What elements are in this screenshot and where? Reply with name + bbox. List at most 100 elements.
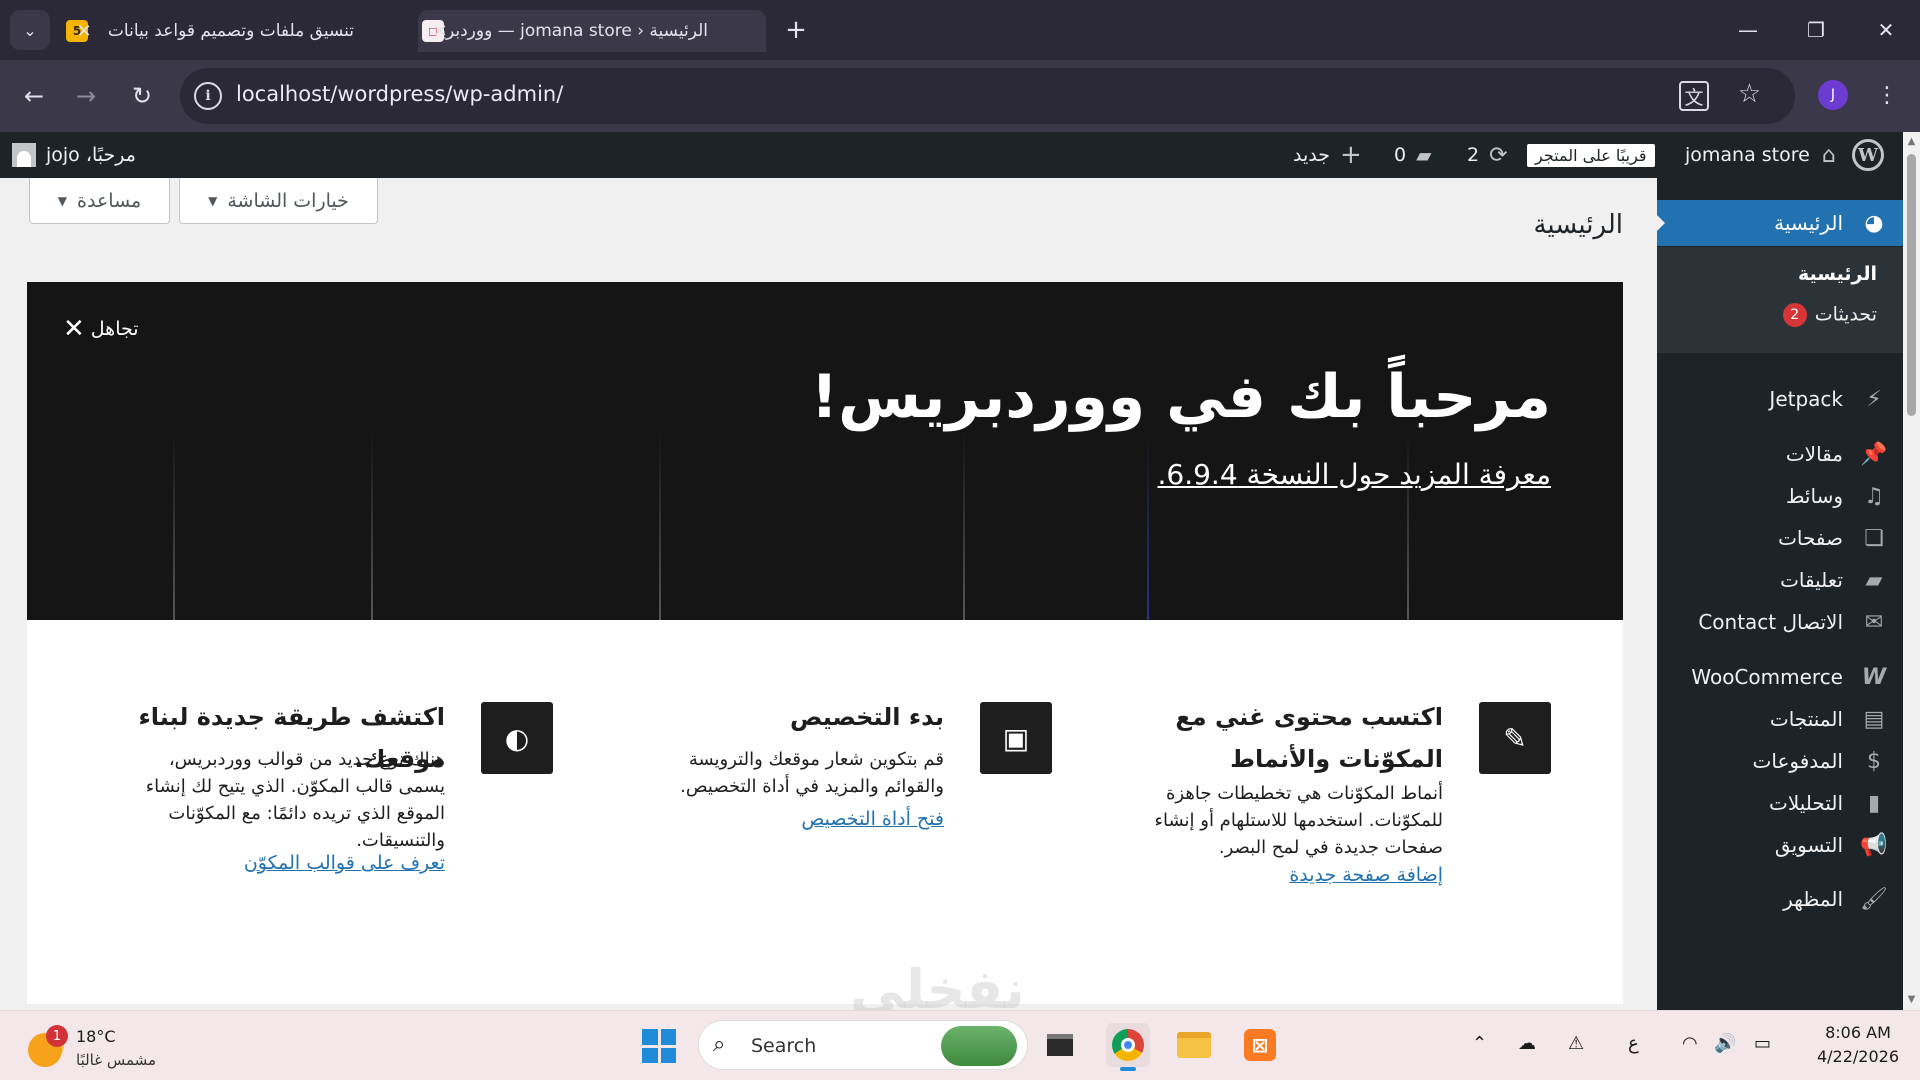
security-warning-icon[interactable]: ⚠: [1568, 1033, 1584, 1054]
my-account-menu[interactable]: مرحبًا، jojo: [12, 132, 136, 178]
sidebar-item-label: وسائط: [1785, 484, 1843, 508]
hero-decoration: [1147, 432, 1149, 620]
reload-icon: ↻: [131, 82, 153, 110]
close-window-button[interactable]: ✕: [1866, 12, 1906, 48]
sidebar-item-label: التحليلات: [1768, 791, 1843, 815]
open-customizer-link[interactable]: فتح أداة التخصيص: [801, 808, 944, 830]
scroll-down-icon[interactable]: ▼: [1906, 994, 1917, 1006]
volume-icon[interactable]: 🔊: [1714, 1033, 1736, 1054]
taskbar-app-chrome[interactable]: [1106, 1023, 1150, 1071]
start-button[interactable]: [642, 1029, 676, 1063]
taskbar-app-xampp[interactable]: ⊠: [1238, 1023, 1282, 1067]
admin-sidebar: ◕ الرئيسية الرئيسية تحديثات 2 ⚡ Jetpack 📌…: [1656, 178, 1903, 1010]
reload-button[interactable]: ↻: [122, 76, 162, 116]
submenu-home[interactable]: الرئيسية: [1798, 263, 1877, 285]
windows-logo-icon: [642, 1029, 658, 1045]
sidebar-item-media[interactable]: ♫ وسائط: [1657, 473, 1903, 519]
sidebar-item-label: الاتصال Contact: [1698, 610, 1843, 634]
temperature: 18°C: [76, 1027, 116, 1046]
system-clock[interactable]: 8:06 AM 4/22/2026: [1808, 1021, 1908, 1069]
browser-tab-active[interactable]: ◻ الرئيسية ‹ jomana store — ووردبريس ✕: [418, 10, 766, 52]
bookmark-star-icon[interactable]: ☆: [1738, 79, 1761, 109]
wp-logo-menu[interactable]: W: [1852, 132, 1888, 178]
tab-search-button[interactable]: ⌄: [10, 10, 50, 50]
welcome-hero: تجاهل ✕ مرحباً بك في ووردبريس! معرفة الم…: [27, 282, 1623, 620]
sidebar-item-comments[interactable]: ▰ تعليقات: [1657, 557, 1903, 603]
close-icon: ✕: [63, 314, 85, 344]
screen-options-label: خيارات الشاشة: [227, 189, 349, 212]
sidebar-item-posts[interactable]: 📌 مقالات: [1657, 431, 1903, 477]
add-new-page-link[interactable]: إضافة صفحة جديدة: [1289, 864, 1443, 886]
taskbar-app-terminal[interactable]: [1038, 1023, 1082, 1067]
weather-widget[interactable]: 1 18°C مشمس غالبًا: [28, 1021, 248, 1071]
scroll-up-icon[interactable]: ▲: [1906, 136, 1917, 148]
new-tab-button[interactable]: +: [780, 14, 812, 46]
coming-soon-badge[interactable]: قريبًا على المتجر: [1527, 132, 1655, 178]
jetpack-icon: ⚡: [1866, 386, 1882, 412]
url-text[interactable]: localhost/wordpress/wp-admin/: [236, 82, 563, 106]
dismiss-button[interactable]: تجاهل ✕: [63, 314, 139, 344]
sidebar-item-label: المدفوعات: [1752, 749, 1843, 773]
sidebar-item-contact[interactable]: ✉ الاتصال Contact: [1657, 599, 1903, 645]
submenu-updates[interactable]: تحديثات 2: [1782, 303, 1877, 327]
taskbar-app-explorer[interactable]: [1172, 1023, 1216, 1067]
close-tab-icon[interactable]: ✕: [428, 19, 452, 43]
minimize-button[interactable]: —: [1728, 12, 1768, 48]
updates-menu[interactable]: 2 ⟳: [1467, 132, 1508, 178]
help-button[interactable]: مساعدة ▼: [29, 178, 170, 224]
back-button[interactable]: ←: [14, 76, 54, 116]
column-title: بدء التخصيص: [789, 703, 944, 731]
cloud-off-icon[interactable]: ☁: [1518, 1033, 1536, 1054]
welcome-column-content: ✎ اكتسب محتوى غني مع المكوّنات والأنماط …: [1103, 620, 1551, 1004]
close-tab-icon[interactable]: ✕: [72, 19, 96, 43]
caret-down-icon: ▼: [57, 193, 68, 208]
contrast-icon: ◐: [481, 702, 553, 774]
page-scrollbar[interactable]: ▲ ▼: [1903, 132, 1920, 1010]
column-title: اكتسب محتوى غني مع المكوّنات والأنماط: [1175, 703, 1443, 773]
sidebar-item-analytics[interactable]: ▮ التحليلات: [1657, 780, 1903, 826]
chevron-up-icon[interactable]: ⌃: [1472, 1033, 1487, 1054]
restore-button[interactable]: ❐: [1796, 12, 1836, 48]
greeting-text: مرحبًا، jojo: [46, 144, 136, 166]
version-link[interactable]: معرفة المزيد حول النسخة 6.9.4.: [1158, 458, 1552, 491]
screen-options-button[interactable]: خيارات الشاشة ▼: [179, 178, 378, 224]
pages-icon: ❏: [1864, 525, 1884, 551]
megaphone-icon: 📢: [1860, 832, 1888, 858]
sidebar-item-marketing[interactable]: 📢 التسويق: [1657, 822, 1903, 868]
sidebar-item-pages[interactable]: ❏ صفحات: [1657, 515, 1903, 561]
comment-icon: ▰: [1865, 567, 1883, 593]
sidebar-item-products[interactable]: ▤ المنتجات: [1657, 696, 1903, 742]
sidebar-item-payments[interactable]: $ المدفوعات: [1657, 738, 1903, 784]
plus-icon: +: [785, 15, 807, 45]
browser-menu-icon[interactable]: ⋮: [1872, 80, 1902, 110]
comments-menu[interactable]: 0 ▰: [1394, 132, 1431, 178]
sidebar-item-appearance[interactable]: 🖌 المظهر: [1657, 876, 1903, 922]
dashboard-submenu: الرئيسية تحديثات 2: [1657, 247, 1903, 353]
sidebar-item-dashboard[interactable]: ◕ الرئيسية: [1656, 200, 1903, 246]
wifi-icon[interactable]: ◠: [1682, 1033, 1698, 1054]
battery-icon[interactable]: ▭: [1754, 1033, 1771, 1054]
welcome-title: مرحباً بك في ووردبريس!: [810, 362, 1551, 432]
active-indicator: [1120, 1067, 1136, 1071]
address-bar[interactable]: i localhost/wordpress/wp-admin/ 文 ☆: [180, 68, 1795, 124]
translate-icon[interactable]: 文: [1679, 81, 1709, 111]
browser-tab-inactive[interactable]: 5 تنسيق ملفات وتصميم قواعد بيانات ✕: [62, 10, 412, 52]
sidebar-item-label: تعليقات: [1780, 568, 1843, 592]
site-info-icon[interactable]: i: [194, 82, 222, 110]
forward-button[interactable]: →: [66, 76, 106, 116]
new-content-menu[interactable]: جديد +: [1293, 132, 1362, 178]
sidebar-item-label: WooCommerce: [1691, 665, 1843, 689]
sidebar-item-woocommerce[interactable]: W WooCommerce: [1657, 654, 1903, 700]
restore-icon: ❐: [1807, 18, 1825, 42]
hero-decoration: [659, 432, 661, 620]
site-name-menu[interactable]: jomana store ⌂: [1685, 132, 1836, 178]
welcome-column-themes: ◐ اكتشف طريقة جديدة لبناء موقعك. هناك نو…: [105, 620, 553, 1004]
taskbar-search[interactable]: ⌕ Search: [698, 1020, 1028, 1070]
scroll-thumb[interactable]: [1907, 154, 1916, 416]
sidebar-item-jetpack[interactable]: ⚡ Jetpack: [1657, 376, 1903, 422]
hero-decoration: [173, 432, 175, 620]
profile-avatar[interactable]: J: [1818, 80, 1848, 110]
refresh-icon: ⟳: [1489, 142, 1508, 168]
block-themes-link[interactable]: تعرف على قوالب المكوّن: [244, 852, 445, 874]
input-language[interactable]: ع: [1628, 1033, 1639, 1054]
